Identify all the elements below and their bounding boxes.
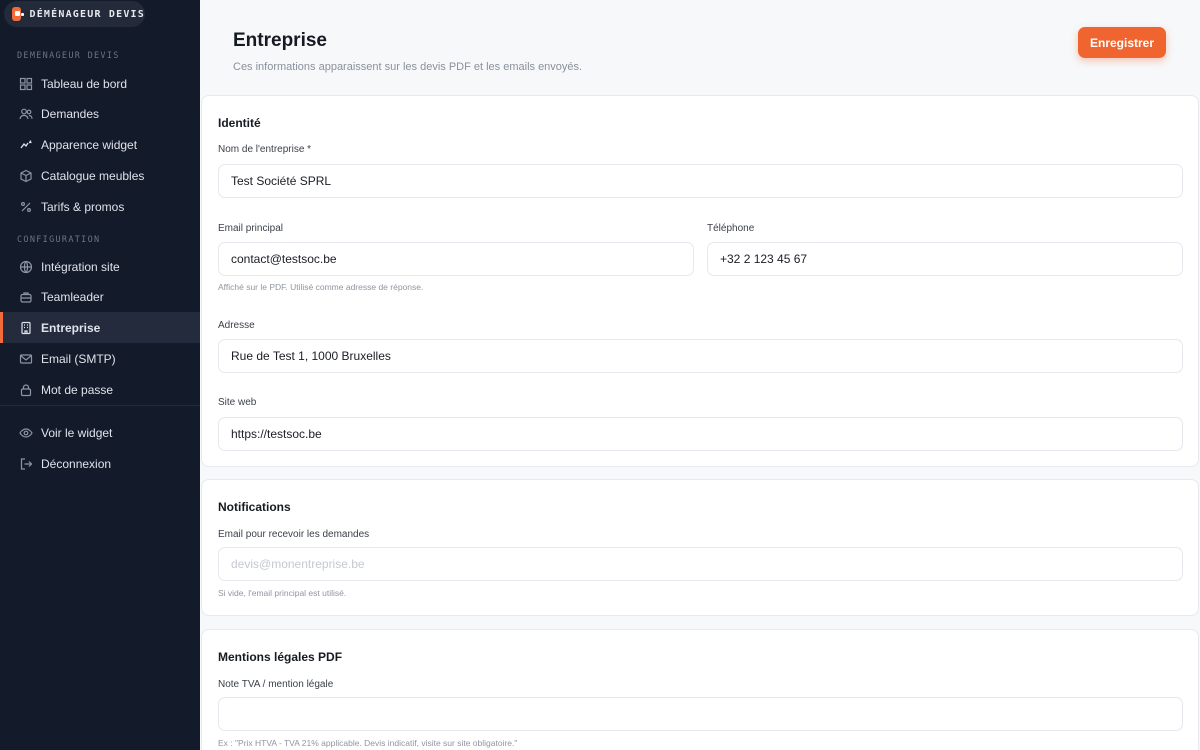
sidebar-item-label: Demandes xyxy=(41,106,100,121)
sidebar: DÉMÉNAGEUR DEVIS DEMENAGEUR DEVIS Tablea… xyxy=(0,0,200,750)
cube-icon xyxy=(19,169,33,183)
sidebar-section-label: CONFIGURATION xyxy=(17,235,101,245)
sidebar-item-label: Teamleader xyxy=(41,289,104,304)
magic-wand-icon xyxy=(19,138,33,152)
notification-email-input[interactable] xyxy=(218,547,1183,581)
sidebar-section-label: DEMENAGEUR DEVIS xyxy=(17,51,120,61)
truck-logo-icon xyxy=(12,7,25,21)
address-input[interactable] xyxy=(218,339,1183,373)
identity-card: Identité Nom de l'entreprise * Email pri… xyxy=(201,95,1199,467)
vat-hint: Ex : "Prix HTVA - TVA 21% applicable. De… xyxy=(218,738,518,748)
sidebar-item-label: Tableau de bord xyxy=(41,76,128,91)
sidebar-item-company[interactable]: Entreprise xyxy=(0,312,200,343)
sidebar-item-requests[interactable]: Demandes xyxy=(0,98,200,129)
legal-title: Mentions légales PDF xyxy=(218,650,343,664)
sidebar-item-dashboard[interactable]: Tableau de bord xyxy=(0,68,200,99)
main-content: Entreprise Ces informations apparaissent… xyxy=(200,0,1200,750)
sidebar-item-label: Entreprise xyxy=(41,320,101,335)
percent-icon xyxy=(19,200,33,214)
dashboard-icon xyxy=(19,77,33,91)
sidebar-item-logout[interactable]: Déconnexion xyxy=(0,448,200,479)
page-title: Entreprise xyxy=(233,30,327,51)
legal-card: Mentions légales PDF Note TVA / mention … xyxy=(201,629,1199,750)
brand-name: DÉMÉNAGEUR DEVIS xyxy=(29,8,145,20)
phone-label: Téléphone xyxy=(707,223,755,234)
mail-icon xyxy=(19,352,33,366)
page-subtitle: Ces informations apparaissent sur les de… xyxy=(233,61,583,73)
notifications-title: Notifications xyxy=(218,500,291,514)
sidebar-divider xyxy=(0,405,200,406)
briefcase-icon xyxy=(19,290,33,304)
logout-icon xyxy=(19,457,33,471)
sidebar-item-email-smtp[interactable]: Email (SMTP) xyxy=(0,343,200,374)
users-icon xyxy=(19,107,33,121)
website-label: Site web xyxy=(218,397,257,408)
sidebar-item-password[interactable]: Mot de passe xyxy=(0,374,200,405)
sidebar-item-label: Intégration site xyxy=(41,259,120,274)
vat-label: Note TVA / mention légale xyxy=(218,679,334,690)
email-hint: Affiché sur le PDF. Utilisé comme adress… xyxy=(218,282,424,292)
lock-icon xyxy=(19,383,33,397)
vat-input[interactable] xyxy=(218,697,1183,731)
sidebar-item-label: Catalogue meubles xyxy=(41,168,145,183)
sidebar-item-label: Email (SMTP) xyxy=(41,351,116,366)
identity-title: Identité xyxy=(218,116,261,130)
save-button[interactable]: Enregistrer xyxy=(1078,27,1166,58)
notification-email-label: Email pour recevoir les demandes xyxy=(218,529,370,540)
sidebar-item-label: Déconnexion xyxy=(41,456,112,471)
sidebar-item-site-integration[interactable]: Intégration site xyxy=(0,251,200,282)
sidebar-item-label: Tarifs & promos xyxy=(41,199,125,214)
email-input[interactable] xyxy=(218,242,694,276)
email-label: Email principal xyxy=(218,223,284,234)
notification-email-hint: Si vide, l'email principal est utilisé. xyxy=(218,588,347,598)
phone-input[interactable] xyxy=(707,242,1183,276)
sidebar-item-label: Voir le widget xyxy=(41,425,113,440)
sidebar-item-view-widget[interactable]: Voir le widget xyxy=(0,417,200,448)
notifications-card: Notifications Email pour recevoir les de… xyxy=(201,479,1199,616)
sidebar-item-pricing[interactable]: Tarifs & promos xyxy=(0,191,200,222)
sidebar-item-label: Mot de passe xyxy=(41,382,114,397)
website-input[interactable] xyxy=(218,417,1183,451)
brand-pill[interactable]: DÉMÉNAGEUR DEVIS xyxy=(4,1,145,27)
company-name-input[interactable] xyxy=(218,164,1183,198)
sidebar-item-widget-appearance[interactable]: Apparence widget xyxy=(0,129,200,160)
globe-icon xyxy=(19,260,33,274)
eye-icon xyxy=(19,426,33,440)
company-name-label: Nom de l'entreprise * xyxy=(218,144,312,155)
sidebar-item-furniture-catalog[interactable]: Catalogue meubles xyxy=(0,160,200,191)
sidebar-item-label: Apparence widget xyxy=(41,137,138,152)
sidebar-item-teamleader[interactable]: Teamleader xyxy=(0,281,200,312)
building-icon xyxy=(19,321,33,335)
address-label: Adresse xyxy=(218,320,255,331)
